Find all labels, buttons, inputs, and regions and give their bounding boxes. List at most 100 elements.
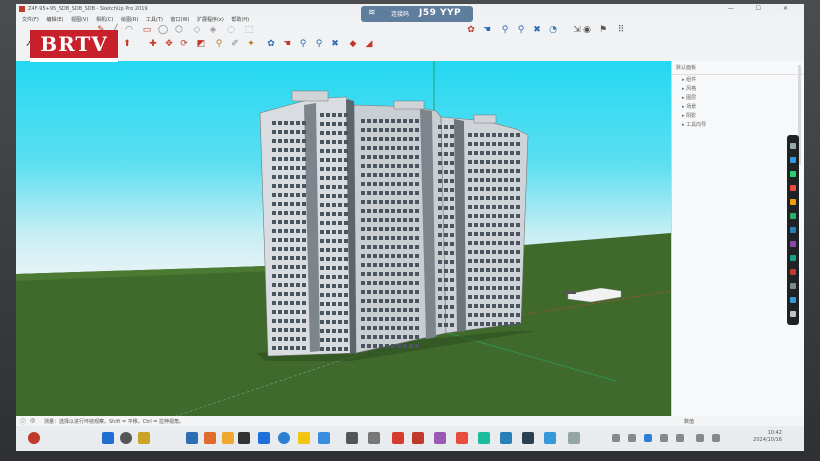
push-pull-icon[interactable]: ⬆ bbox=[122, 39, 132, 49]
pan-icon[interactable]: ☚ bbox=[282, 39, 292, 49]
orbit-icon[interactable]: ✿ bbox=[266, 39, 276, 49]
pan-icon[interactable]: ☚ bbox=[482, 25, 492, 35]
search-icon[interactable] bbox=[120, 432, 132, 444]
panel-item-layers[interactable]: ▸ 图层 bbox=[672, 93, 804, 102]
menu-extensions[interactable]: 扩展程序(x) bbox=[197, 16, 224, 23]
browser-icon[interactable] bbox=[278, 432, 290, 444]
side-app-icon[interactable] bbox=[790, 227, 796, 233]
menu-file[interactable]: 文件(F) bbox=[22, 16, 39, 23]
zoom-icon[interactable]: ⚲ bbox=[298, 39, 308, 49]
side-app-icon[interactable] bbox=[790, 283, 796, 289]
menu-edit[interactable]: 编辑(E) bbox=[46, 16, 63, 23]
footprints-icon[interactable]: ⠿ bbox=[616, 25, 626, 35]
app-icon[interactable] bbox=[456, 432, 468, 444]
app-icon[interactable] bbox=[186, 432, 198, 444]
clock[interactable]: 10:42 2024/10/16 bbox=[753, 430, 782, 444]
panel-item-scenes[interactable]: ▸ 场景 bbox=[672, 102, 804, 111]
paint-icon[interactable]: ◈ bbox=[208, 25, 218, 35]
polygon-icon[interactable]: ⬡ bbox=[174, 25, 184, 35]
start-icon[interactable] bbox=[102, 432, 114, 444]
share-code-pill[interactable]: ≋ 连接码 J59 YYP bbox=[361, 6, 473, 22]
zoom-window-icon[interactable]: ⚲ bbox=[314, 39, 324, 49]
app-icon[interactable] bbox=[392, 432, 404, 444]
app-icon[interactable] bbox=[222, 432, 234, 444]
app-icon[interactable] bbox=[204, 432, 216, 444]
share-code: J59 YYP bbox=[419, 8, 462, 18]
side-app-icon[interactable] bbox=[790, 157, 796, 163]
follow-me-icon[interactable]: ✚ bbox=[148, 39, 158, 49]
app-icon[interactable] bbox=[434, 432, 446, 444]
app-icon[interactable] bbox=[522, 432, 534, 444]
zoom-window-icon[interactable]: ⚲ bbox=[516, 25, 526, 35]
folder-icon[interactable] bbox=[298, 432, 310, 444]
window-pane bbox=[450, 125, 454, 129]
geo-icon[interactable]: ◎ bbox=[30, 417, 35, 424]
app-icon[interactable] bbox=[500, 432, 512, 444]
previous-icon[interactable]: ◔ bbox=[548, 25, 558, 35]
app-icon[interactable] bbox=[238, 432, 250, 444]
warehouse-icon[interactable]: ◢ bbox=[364, 39, 374, 49]
look-around-icon[interactable]: ◉ bbox=[582, 25, 592, 35]
model-viewport[interactable] bbox=[16, 61, 671, 416]
position-camera-icon[interactable]: ⚑ bbox=[598, 25, 608, 35]
panel-item-styles[interactable]: ▸ 风格 bbox=[672, 84, 804, 93]
app-icon[interactable] bbox=[544, 432, 556, 444]
app-icon[interactable] bbox=[318, 432, 330, 444]
app-icon[interactable] bbox=[258, 432, 270, 444]
side-app-icon[interactable] bbox=[790, 311, 796, 317]
panel-item-instructor[interactable]: ▸ 工具向导 bbox=[672, 120, 804, 129]
menu-camera[interactable]: 相机(C) bbox=[96, 16, 113, 23]
menu-help[interactable]: 帮助(H) bbox=[231, 16, 249, 23]
side-app-icon[interactable] bbox=[790, 143, 796, 149]
window-pane bbox=[326, 167, 330, 171]
tray-icon[interactable] bbox=[676, 434, 684, 442]
side-app-icon[interactable] bbox=[790, 269, 796, 275]
app-icon[interactable] bbox=[412, 432, 424, 444]
move-icon[interactable]: ◌ bbox=[226, 25, 236, 35]
section-icon[interactable]: ◆ bbox=[348, 39, 358, 49]
side-app-icon[interactable] bbox=[790, 297, 796, 303]
tray-icon[interactable] bbox=[696, 434, 704, 442]
app-icon[interactable] bbox=[568, 432, 580, 444]
panel-item-shadows[interactable]: ▸ 阴影 bbox=[672, 111, 804, 120]
info-icon[interactable]: ⓘ bbox=[20, 417, 26, 426]
scale-icon[interactable]: ◩ bbox=[196, 39, 206, 49]
walk-icon[interactable]: ⇲ bbox=[572, 25, 582, 35]
side-app-icon[interactable] bbox=[790, 213, 796, 219]
menu-tools[interactable]: 工具(T) bbox=[146, 16, 163, 23]
zoom-extents-icon[interactable]: ✖ bbox=[330, 39, 340, 49]
side-app-icon[interactable] bbox=[790, 199, 796, 205]
rotate-icon[interactable]: ⟳ bbox=[179, 39, 189, 49]
paint-bucket-icon[interactable]: ✦ bbox=[246, 39, 256, 49]
side-app-icon[interactable] bbox=[790, 171, 796, 177]
circle-icon[interactable]: ◯ bbox=[158, 25, 168, 35]
tray-icon[interactable] bbox=[628, 434, 636, 442]
weather-icon[interactable] bbox=[28, 432, 40, 444]
panel-item-components[interactable]: ▸ 组件 bbox=[672, 75, 804, 84]
menu-window[interactable]: 窗口(W) bbox=[171, 16, 190, 23]
app-icon[interactable] bbox=[346, 432, 358, 444]
side-app-icon[interactable] bbox=[790, 255, 796, 261]
window-controls[interactable]: — ☐ ✕ bbox=[728, 5, 798, 12]
arc-icon[interactable]: ◠ bbox=[124, 25, 134, 35]
tray-icon[interactable] bbox=[644, 434, 652, 442]
side-app-icon[interactable] bbox=[790, 241, 796, 247]
eraser-icon[interactable]: ◇ bbox=[192, 25, 202, 35]
rectangle-icon[interactable]: ▭ bbox=[142, 25, 152, 35]
offset-icon[interactable]: ⬚ bbox=[244, 25, 254, 35]
task-view-icon[interactable] bbox=[138, 432, 150, 444]
orbit-icon[interactable]: ✿ bbox=[466, 25, 476, 35]
tray-icon[interactable] bbox=[660, 434, 668, 442]
move-icon[interactable]: ✥ bbox=[164, 39, 174, 49]
tray-icon[interactable] bbox=[612, 434, 620, 442]
menu-draw[interactable]: 绘图(R) bbox=[121, 16, 138, 23]
zoom-icon[interactable]: ⚲ bbox=[500, 25, 510, 35]
app-icon[interactable] bbox=[478, 432, 490, 444]
protractor-icon[interactable]: ✐ bbox=[230, 39, 240, 49]
zoom-extents-icon[interactable]: ✖ bbox=[532, 25, 542, 35]
tape-icon[interactable]: ⚲ bbox=[214, 39, 224, 49]
menu-view[interactable]: 视图(V) bbox=[71, 16, 88, 23]
side-app-icon[interactable] bbox=[790, 185, 796, 191]
tray-icon[interactable] bbox=[712, 434, 720, 442]
app-icon[interactable] bbox=[368, 432, 380, 444]
